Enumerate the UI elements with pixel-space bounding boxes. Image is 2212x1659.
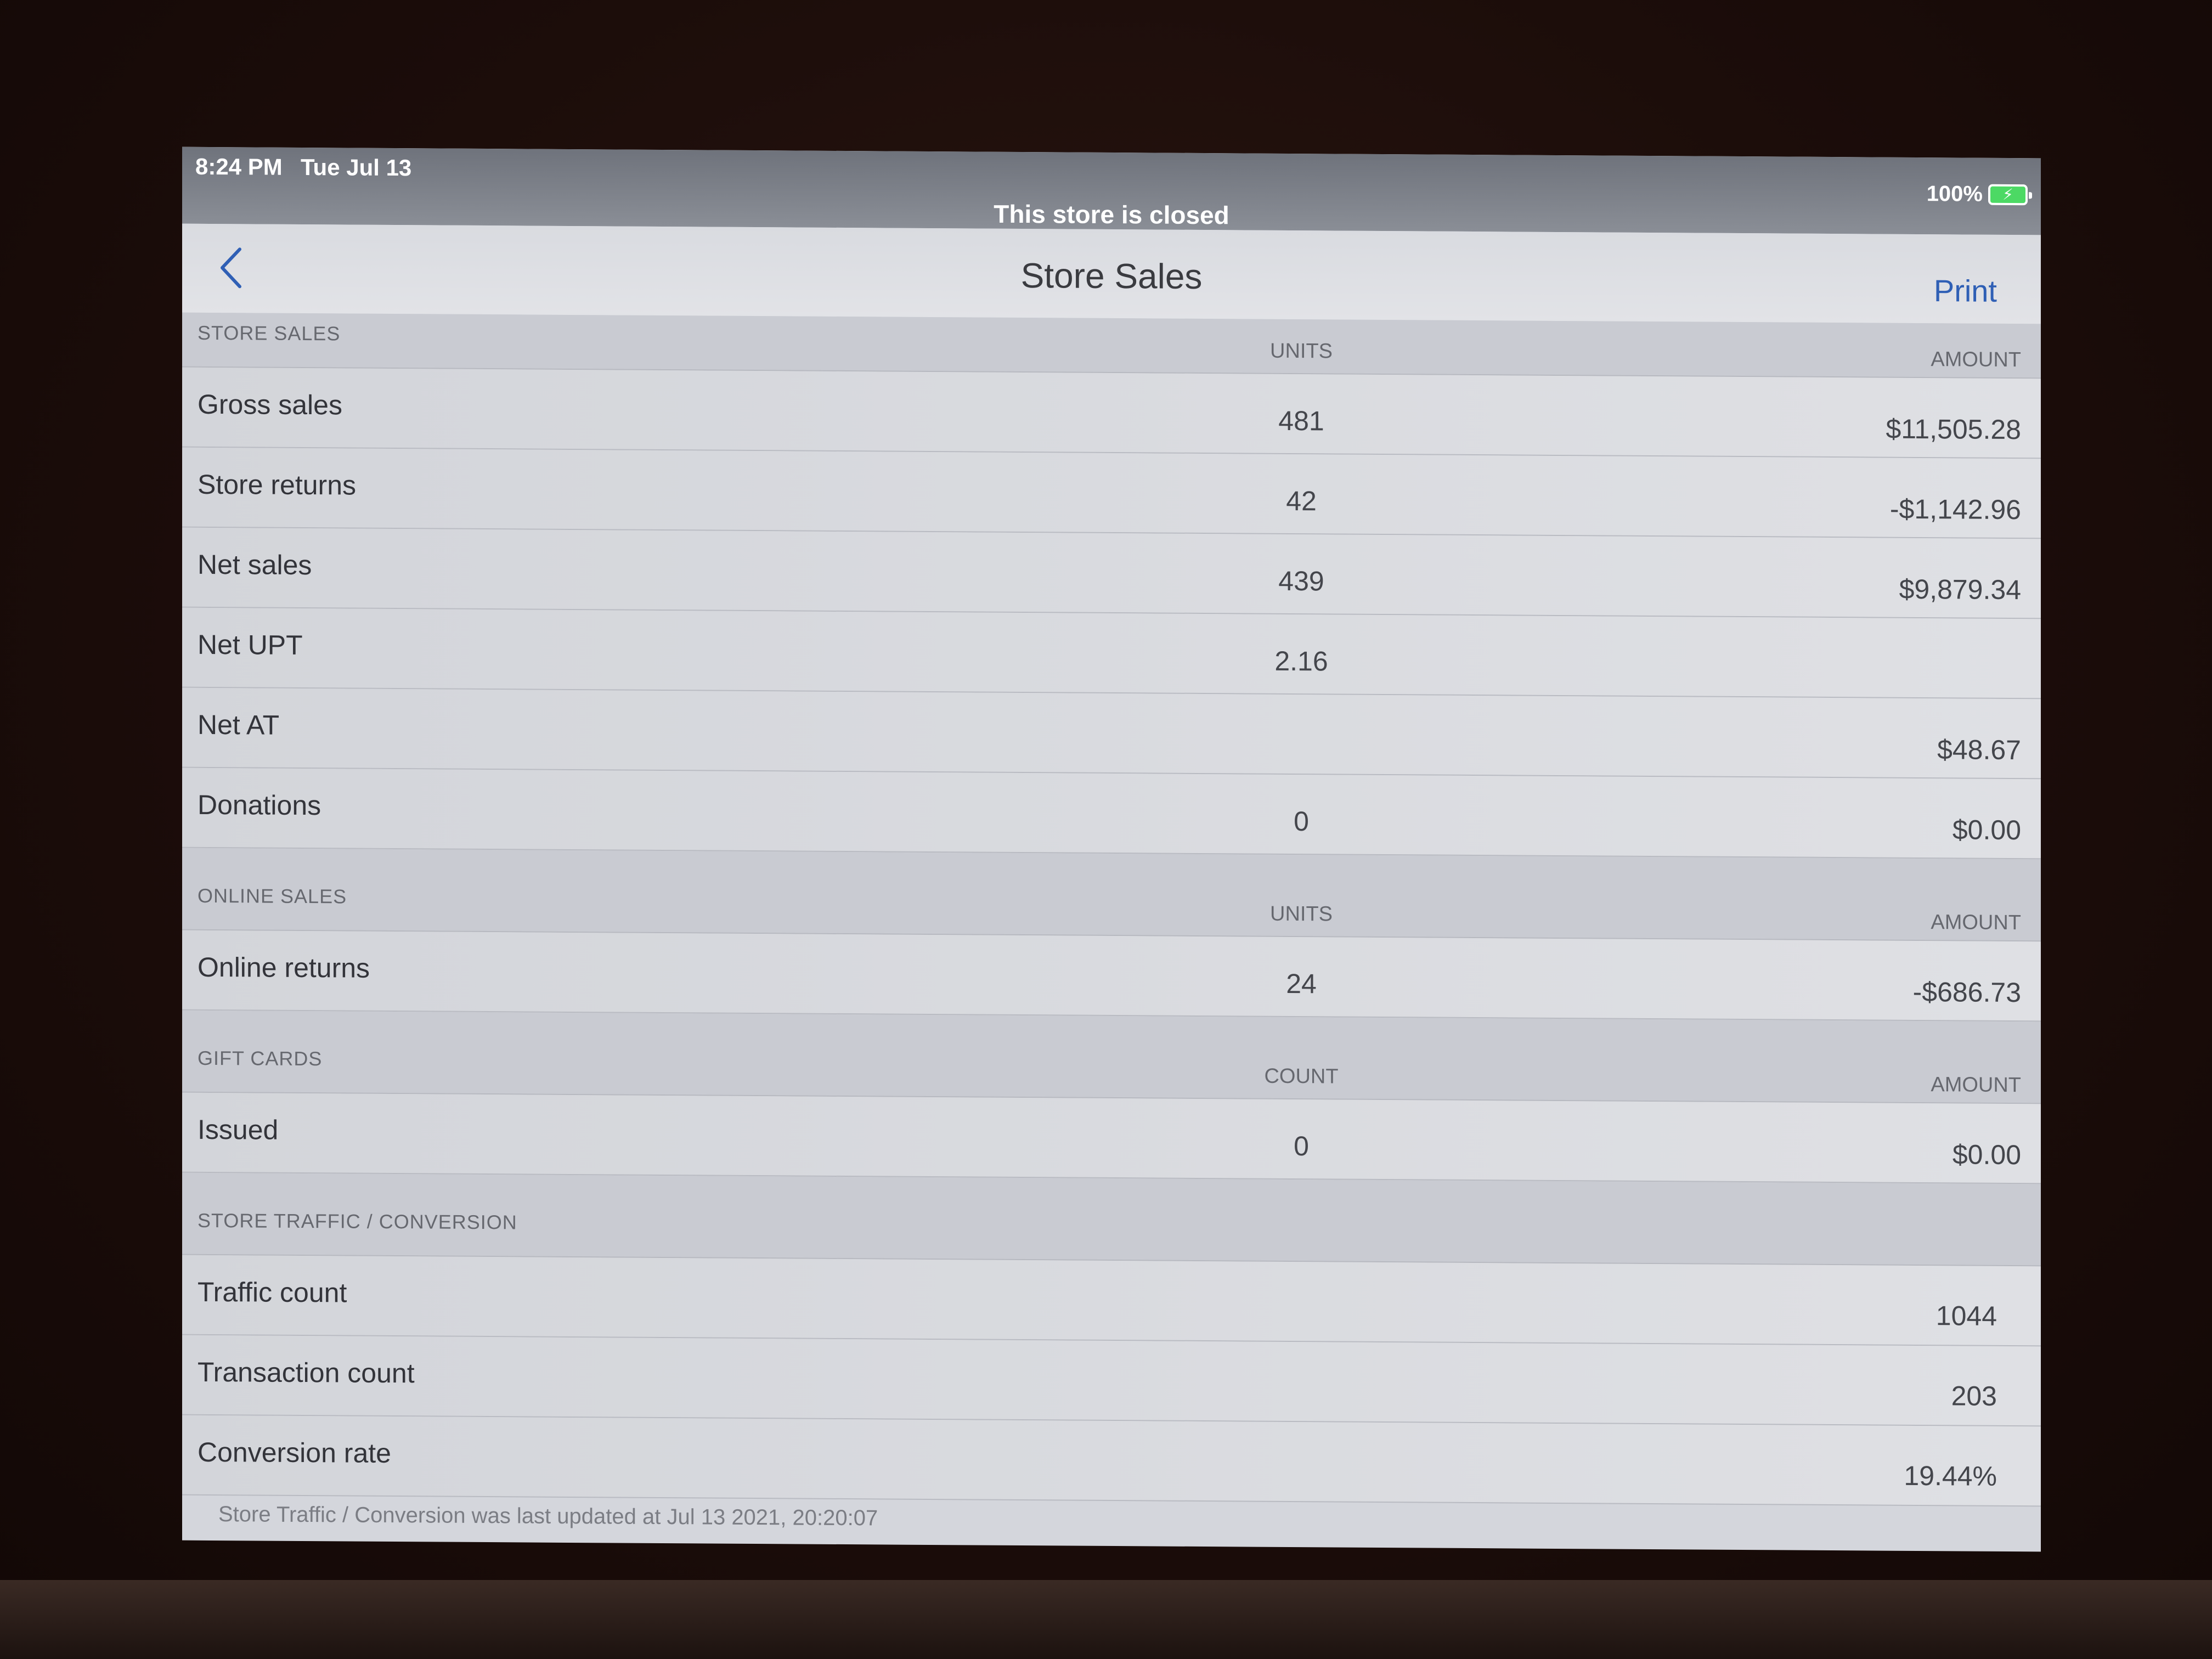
table-row: Net AT $48.67 <box>182 687 2041 780</box>
row-units <box>1246 725 1356 726</box>
amount-column-header: AMOUNT <box>1931 1073 2021 1097</box>
table-row: Issued 0 $0.00 <box>182 1092 2041 1184</box>
section-header-online-sales: ONLINE SALES UNITS AMOUNT <box>182 848 2041 942</box>
traffic-last-updated-note: Store Traffic / Conversion was last upda… <box>218 1502 878 1531</box>
section-title: STORE TRAFFIC / CONVERSION <box>198 1209 517 1234</box>
table-row: Donations 0 $0.00 <box>182 768 2041 860</box>
row-amount: -$1,142.96 <box>1889 493 2021 526</box>
row-value: 19.44% <box>1904 1460 1997 1492</box>
amount-column-header: AMOUNT <box>1931 348 2021 372</box>
table-row: Net UPT 2.16 <box>182 607 2041 699</box>
amount-column-header: AMOUNT <box>1931 911 2021 935</box>
row-units: 24 <box>1286 968 1317 1000</box>
row-amount: $48.67 <box>1937 734 2021 766</box>
row-value: 203 <box>1951 1380 1997 1412</box>
print-button[interactable]: Print <box>1934 273 1997 309</box>
battery-indicator: 100% ⚡ <box>1927 182 2028 207</box>
units-column-header: UNITS <box>1270 339 1333 363</box>
table-row: Net sales 439 $9,879.34 <box>182 527 2041 619</box>
section-title: GIFT CARDS <box>198 1046 323 1070</box>
row-amount: $9,879.34 <box>1899 573 2021 606</box>
battery-charging-icon: ⚡ <box>1988 184 2028 205</box>
row-label: Conversion rate <box>198 1436 391 1469</box>
row-amount: $0.00 <box>1952 1139 2021 1171</box>
row-units: 42 <box>1286 485 1317 517</box>
section-title: STORE SALES <box>198 321 341 345</box>
units-column-header: UNITS <box>1270 902 1333 926</box>
table-row: Online returns 24 -$686.73 <box>182 930 2041 1022</box>
row-value: 1044 <box>1936 1300 1997 1331</box>
row-label: Transaction count <box>198 1356 415 1389</box>
desk-surface <box>0 1580 2212 1659</box>
row-amount: $11,505.28 <box>1886 413 2021 445</box>
status-time: 8:24 PM <box>195 153 283 180</box>
navigation-bar: Store Sales Print <box>182 223 2041 324</box>
section-title: ONLINE SALES <box>198 884 347 908</box>
row-label: Gross sales <box>198 388 342 421</box>
status-bar: 8:24 PM Tue Jul 13 100% ⚡ This store is … <box>182 146 2041 235</box>
row-units: 481 <box>1278 405 1324 437</box>
battery-percentage: 100% <box>1926 182 1983 206</box>
table-row: Transaction count 203 <box>182 1335 2041 1427</box>
row-units: 439 <box>1278 565 1324 597</box>
row-label: Net AT <box>198 709 280 741</box>
table-row: Store returns 42 -$1,142.96 <box>182 447 2041 539</box>
row-label: Issued <box>198 1114 279 1146</box>
report-content: STORE SALES UNITS AMOUNT Gross sales 481… <box>182 312 2041 1507</box>
table-row: Gross sales 481 $11,505.28 <box>182 367 2041 459</box>
row-label: Net sales <box>198 549 312 581</box>
ipad-screen: 8:24 PM Tue Jul 13 100% ⚡ This store is … <box>182 146 2041 1552</box>
row-count: 0 <box>1294 1131 1309 1162</box>
row-label: Online returns <box>198 951 370 984</box>
row-label: Store returns <box>198 469 357 501</box>
row-units: 2.16 <box>1274 645 1328 677</box>
section-header-gift-cards: GIFT CARDS COUNT AMOUNT <box>182 1010 2041 1104</box>
row-label: Net UPT <box>198 629 303 661</box>
row-units: 0 <box>1294 806 1309 837</box>
row-amount: $0.00 <box>1952 814 2021 846</box>
section-header-store-traffic: STORE TRAFFIC / CONVERSION <box>182 1172 2041 1267</box>
row-label: Donations <box>198 789 321 821</box>
count-column-header: COUNT <box>1264 1064 1339 1088</box>
page-title: Store Sales <box>1020 255 1203 297</box>
row-label: Traffic count <box>198 1276 347 1308</box>
table-row: Conversion rate 19.44% <box>182 1415 2041 1507</box>
status-date: Tue Jul 13 <box>301 154 412 181</box>
row-amount: -$686.73 <box>1912 976 2021 1008</box>
table-row: Traffic count 1044 <box>182 1255 2041 1347</box>
